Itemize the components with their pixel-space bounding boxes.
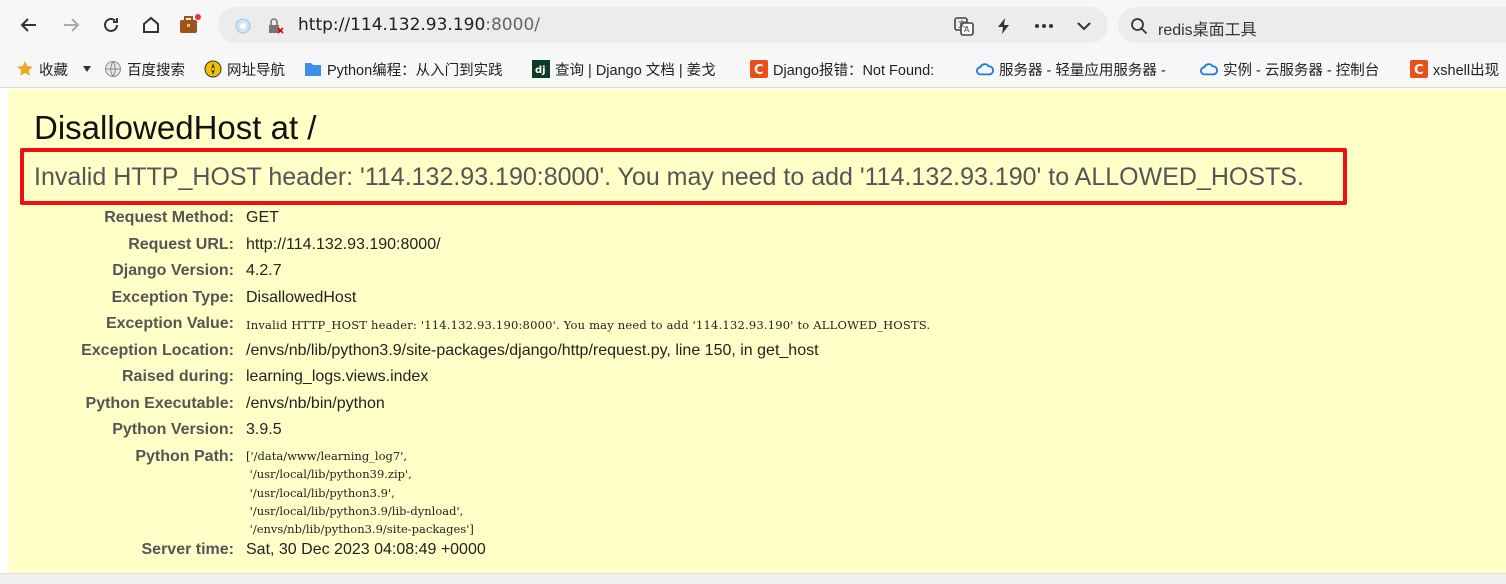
search-box[interactable]: redis桌面工具 [1118,7,1506,43]
meta-key: Request Method: [104,209,234,226]
meta-value: /envs/nb/bin/python [246,395,385,412]
meta-value: /envs/nb/lib/python3.9/site-packages/dja… [246,342,819,359]
bookmark-label: 网址导航 [227,62,285,79]
meta-key: Exception Location: [81,342,234,359]
bookmark-label: 百度搜索 [127,62,185,79]
meta-value: http://114.132.93.190:8000/ [246,236,441,253]
bookmark-label: 实例 - 云服务器 - 控制台 [1223,62,1380,79]
translate-icon[interactable]: 文A [953,15,975,37]
compass-icon [204,60,222,78]
meta-key: Server time: [141,541,235,558]
bookmark-label: 服务器 - 轻量应用服务器 - [999,62,1166,79]
folder-icon [304,60,322,78]
meta-key: Python Executable: [85,395,234,412]
lightning-icon[interactable] [993,15,1015,37]
meta-value: 3.9.5 [246,421,282,438]
globe-icon [104,60,122,78]
forward-icon[interactable] [58,12,84,38]
bookmarks-bar: 收藏 百度搜索 网址导航 Python编程：从入门到实践 dj 查询 | Dja… [0,50,1506,88]
svg-text:C: C [754,63,764,78]
svg-text:dj: dj [535,65,546,76]
back-icon[interactable] [16,12,42,38]
site-info-icon[interactable] [232,15,254,37]
meta-value: DisallowedHost [246,289,357,306]
cloud-icon [1200,60,1218,78]
meta-key: Request URL: [128,236,234,253]
url-path: :8000/ [485,15,540,35]
bookmark-xshell[interactable]: C xshell出现 [1410,58,1506,80]
meta-key: Raised during: [121,368,234,385]
svg-text:C: C [1414,63,1424,78]
bookmark-lighthouse-server[interactable]: 服务器 - 轻量应用服务器 - [976,58,1182,80]
cloud-icon [976,60,994,78]
meta-value: Sat, 30 Dec 2023 04:08:49 +0000 [246,541,486,558]
svg-text:A: A [964,25,970,34]
meta-value: GET [246,209,279,226]
meta-key: Exception Value: [105,315,234,332]
meta-value: Invalid HTTP_HOST header: '114.132.93.19… [246,318,931,332]
c-icon: C [750,60,768,78]
bookmark-label: 收藏 [39,62,68,79]
page-title: DisallowedHost at / [34,109,317,146]
bookmark-label: Django报错：Not Found: [773,62,935,79]
bookmark-label: xshell出现 [1433,62,1500,79]
dj-icon: dj [532,60,550,78]
horizontal-scrollbar[interactable] [0,573,1506,584]
meta-key: Python Path: [135,448,234,465]
meta-key: Django Version: [112,262,234,279]
bookmark-django-error[interactable]: C Django报错：Not Found: [750,58,956,80]
search-text: redis桌面工具 [1158,22,1257,39]
bookmark-baidu[interactable]: 百度搜索 [104,58,185,80]
star-icon [16,60,34,78]
url-text[interactable]: http://114.132.93.190:8000/ [298,15,540,35]
meta-key: Python Version: [112,421,234,438]
search-icon[interactable] [1128,15,1150,37]
bookmark-python-book[interactable]: Python编程：从入门到实践 [304,58,519,80]
home-icon[interactable] [138,12,164,38]
meta-value: 4.2.7 [246,262,282,279]
c-icon: C [1410,60,1428,78]
error-page: DisallowedHost at / Invalid HTTP_HOST he… [8,89,1506,573]
caret-down-icon[interactable] [82,61,92,77]
bookmark-nav[interactable]: 网址导航 [204,58,285,80]
exception-message: Invalid HTTP_HOST header: '114.132.93.19… [34,163,1304,191]
browser-toolbar: http://114.132.93.190:8000/ 文A redis桌面工具 [0,0,1506,50]
bookmark-favorites[interactable]: 收藏 [16,58,92,80]
bookmark-label: Python编程：从入门到实践 [327,62,503,79]
extension-bag-icon[interactable] [176,12,202,38]
more-icon[interactable] [1033,15,1055,37]
bookmark-django-docs[interactable]: dj 查询 | Django 文档 | 姜戈 [532,58,732,80]
meta-key: Exception Type: [111,289,234,306]
chevron-down-icon[interactable] [1073,15,1095,37]
bookmark-label: 查询 | Django 文档 | 姜戈 [555,62,716,79]
insecure-lock-icon[interactable] [264,15,286,37]
reload-icon[interactable] [98,12,124,38]
python-path-list: ['/data/www/learning_log7', '/usr/local/… [246,449,474,537]
address-bar[interactable]: http://114.132.93.190:8000/ 文A [218,7,1108,43]
url-host: http://114.132.93.190 [298,15,486,35]
bookmark-cvm-console[interactable]: 实例 - 云服务器 - 控制台 [1200,58,1400,80]
meta-value: learning_logs.views.index [246,368,429,385]
